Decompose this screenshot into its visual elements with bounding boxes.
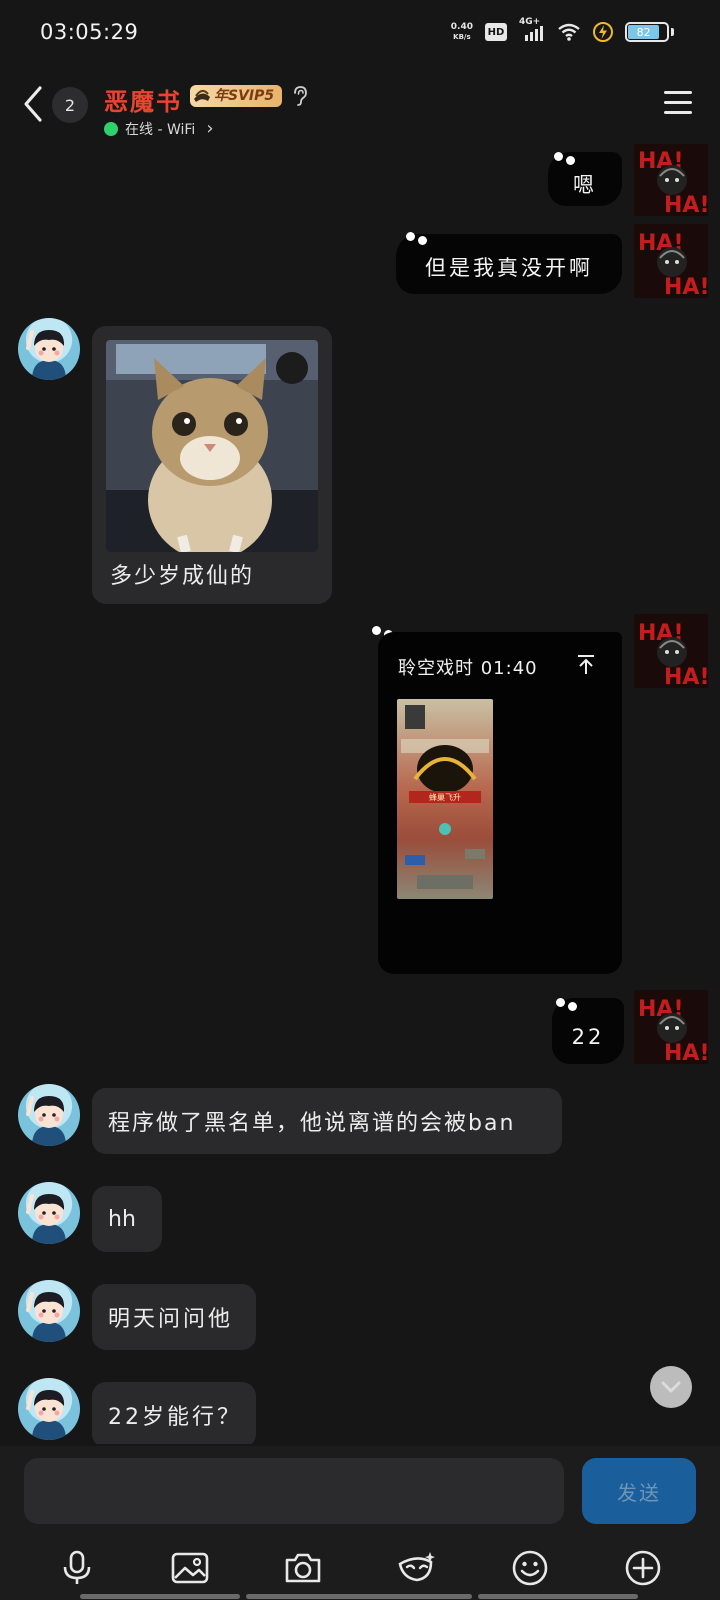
blob-eyes-icon: [556, 996, 586, 1016]
mic-icon[interactable]: [55, 1546, 99, 1590]
blob-eyes-icon: [406, 230, 436, 250]
message-in-bubble[interactable]: 程序做了黑名单，他说离谱的会被ban: [92, 1088, 562, 1154]
message-input[interactable]: [24, 1458, 564, 1524]
card-title: 聆空戏时 01:40: [398, 658, 538, 679]
message-in-bubble[interactable]: 明天问问他: [92, 1284, 256, 1350]
svg-text:HA!: HA!: [664, 665, 708, 688]
contact-avatar[interactable]: [18, 1182, 80, 1244]
contact-avatar[interactable]: [18, 1378, 80, 1440]
self-avatar[interactable]: HA! HA!: [634, 990, 708, 1064]
status-time: 03:05:29: [40, 20, 139, 44]
vip-label: 年SVIP5: [214, 88, 275, 104]
back-arrow-icon[interactable]: [20, 84, 46, 124]
contact-avatar[interactable]: [18, 1280, 80, 1342]
plus-icon[interactable]: [621, 1546, 665, 1590]
message-text: 但是我真没开啊: [425, 256, 593, 280]
online-dot-icon: [104, 121, 118, 136]
presence-status[interactable]: 在线 - WiFi ›: [104, 118, 214, 139]
net-speed-value: 0.40: [450, 22, 473, 32]
chevron-right-icon: ›: [206, 118, 214, 139]
game-screenshot-thumbnail[interactable]: 蜂巢飞升: [397, 699, 493, 899]
net-speed: 0.40 KB/s: [451, 22, 473, 42]
game-share-card[interactable]: 聆空戏时 01:40 蜂巢飞升: [378, 632, 622, 974]
status-bar: 03:05:29 0.40 KB/s HD 4G+ 82: [0, 0, 720, 64]
message-text: 22: [571, 1025, 605, 1049]
svg-text:HA!: HA!: [664, 1041, 708, 1064]
presence-text: 在线 - WiFi: [125, 121, 196, 138]
camera-icon[interactable]: [281, 1546, 325, 1590]
self-avatar[interactable]: HA! HA!: [634, 144, 708, 216]
chat-header: 2 恶魔书 年SVIP5 在线 - WiFi ›: [0, 64, 720, 144]
message-text: 22岁能行？: [108, 1405, 242, 1430]
svg-text:HA!: HA!: [664, 275, 708, 298]
message-out-bubble[interactable]: 但是我真没开啊: [396, 232, 622, 294]
pin-top-icon[interactable]: [576, 654, 596, 676]
message-out-bubble[interactable]: 22: [552, 998, 624, 1064]
cellular-signal-icon: 4G+: [519, 17, 545, 41]
vip-hat-icon: [194, 90, 210, 102]
hd-icon: HD: [485, 23, 507, 41]
gesture-bar: [0, 1592, 720, 1600]
contact-avatar[interactable]: [18, 1084, 80, 1146]
svg-text:HA!: HA!: [664, 193, 708, 216]
vip-badge[interactable]: 年SVIP5: [190, 85, 283, 107]
self-avatar[interactable]: HA! HA!: [634, 224, 708, 298]
cat-photo[interactable]: [106, 340, 318, 552]
wifi-icon: [558, 23, 580, 41]
message-text: 嗯: [573, 173, 597, 197]
network-type: 4G+: [519, 17, 541, 27]
image-caption: 多少岁成仙的: [110, 564, 255, 589]
battery-level: 82: [628, 25, 660, 39]
message-out-bubble[interactable]: 嗯: [548, 152, 622, 206]
menu-icon[interactable]: [664, 91, 692, 115]
chat-screen: 03:05:29 0.40 KB/s HD 4G+ 82 2 恶魔书 年SVIP…: [0, 0, 720, 1600]
battery-icon: 82: [625, 22, 674, 42]
self-avatar[interactable]: HA! HA!: [634, 614, 708, 688]
ear-icon[interactable]: [292, 85, 308, 107]
message-text: 明天问问他: [108, 1307, 234, 1332]
message-in-bubble[interactable]: 22岁能行？: [92, 1382, 256, 1444]
message-text: hh: [108, 1206, 136, 1232]
scroll-to-bottom-button[interactable]: [650, 1366, 692, 1408]
contact-avatar[interactable]: [18, 318, 80, 380]
message-list[interactable]: 嗯 HA! HA! 但是我真没开啊 HA! HA! 多少岁成仙的 聆空戏时 01…: [0, 144, 720, 1444]
image-icon[interactable]: [168, 1546, 212, 1590]
unread-count-badge[interactable]: 2: [52, 87, 88, 123]
message-text: 程序做了黑名单，他说离谱的会被ban: [108, 1111, 516, 1136]
message-in-bubble[interactable]: hh: [92, 1186, 162, 1252]
image-message-card[interactable]: 多少岁成仙的: [92, 326, 332, 604]
net-speed-unit: KB/s: [453, 33, 471, 41]
charging-icon: [593, 22, 613, 42]
emoji-icon[interactable]: [508, 1546, 552, 1590]
contact-name[interactable]: 恶魔书: [104, 82, 182, 117]
composer: 发送: [0, 1446, 720, 1600]
status-icons: 0.40 KB/s HD 4G+ 82: [451, 17, 674, 46]
mask-icon[interactable]: [395, 1546, 439, 1590]
thumb-banner-text: 蜂巢飞升: [429, 792, 461, 802]
blob-eyes-icon: [554, 150, 584, 170]
composer-toolbar: [0, 1546, 720, 1590]
chevron-down-icon: [661, 1381, 681, 1393]
send-button[interactable]: 发送: [582, 1458, 696, 1524]
